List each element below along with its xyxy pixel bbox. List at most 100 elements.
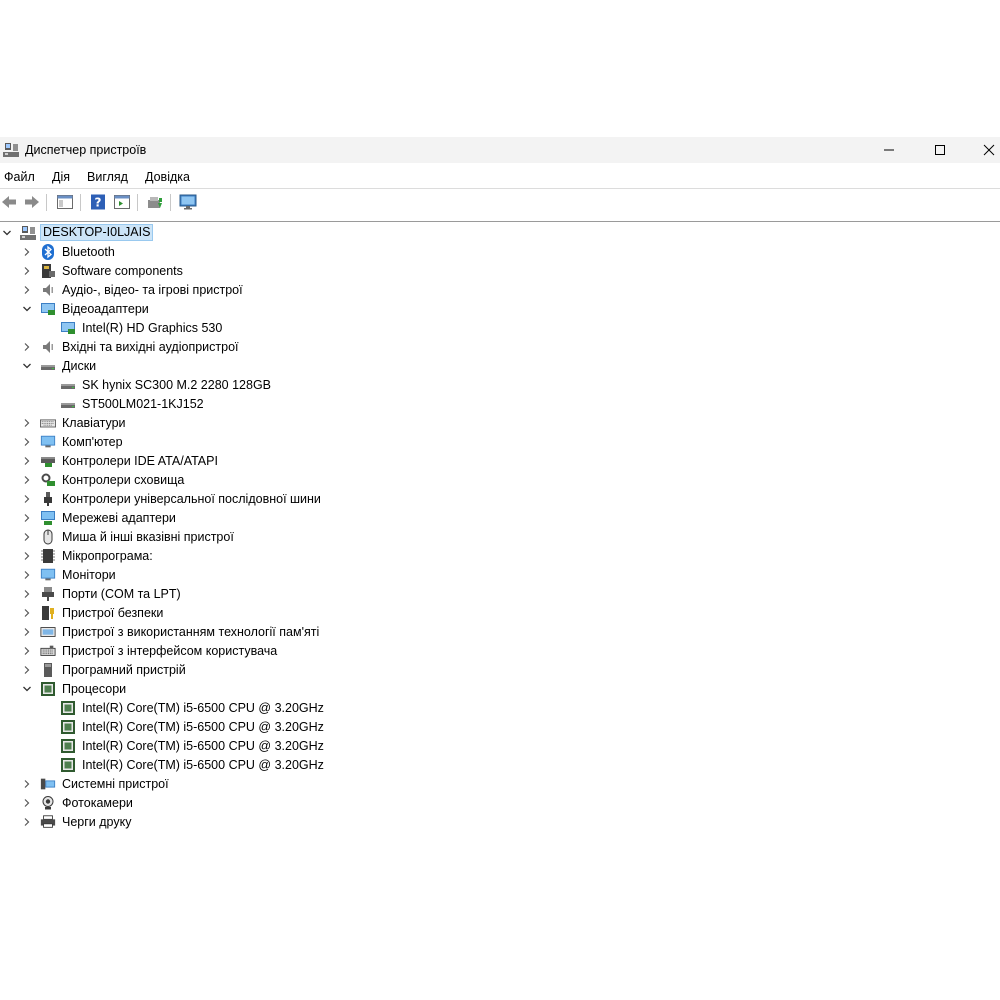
keyboard-icon (40, 415, 56, 431)
tree-category-security-devices[interactable]: Пристрої безпеки (22, 603, 163, 622)
tree-category-software-components[interactable]: Software components (22, 261, 183, 280)
chevron-right-icon[interactable] (22, 532, 32, 542)
speaker-icon (40, 282, 56, 298)
chevron-right-icon[interactable] (22, 342, 32, 352)
chevron-right-icon[interactable] (22, 285, 32, 295)
device-manager-app-icon (3, 142, 19, 161)
tree-root[interactable]: DESKTOP-I0LJAIS (2, 223, 154, 242)
tree-category-mice[interactable]: Миша й інші вказівні пристрої (22, 527, 234, 546)
usb-icon (40, 491, 56, 507)
chevron-down-icon[interactable] (2, 228, 12, 238)
maximize-button[interactable] (917, 137, 963, 163)
back-button[interactable] (0, 193, 18, 211)
tree-category-label: Програмний пристрій (62, 662, 186, 677)
tree-category-disk-drives[interactable]: Диски (22, 356, 96, 375)
tree-category-label: Аудіо-, відео- та ігрові пристрої (62, 282, 243, 297)
chevron-right-icon[interactable] (22, 779, 32, 789)
tree-category-label: Миша й інші вказівні пристрої (62, 529, 234, 544)
menu-help[interactable]: Довідка (145, 170, 190, 184)
tree-category-storage-controllers[interactable]: Контролери сховища (22, 470, 184, 489)
tree-category-label: Software components (62, 263, 183, 278)
tree-device-sk-hynix[interactable]: SK hynix SC300 M.2 2280 128GB (60, 375, 271, 394)
scan-hardware-button[interactable] (179, 193, 197, 211)
forward-button[interactable] (23, 193, 41, 211)
chevron-down-icon[interactable] (22, 304, 32, 314)
help-button[interactable]: ? (89, 193, 107, 211)
chevron-right-icon[interactable] (22, 589, 32, 599)
tree-category-human-interface-devices[interactable]: Пристрої з інтерфейсом користувача (22, 641, 277, 660)
minimize-button[interactable] (866, 137, 912, 163)
tree-category-print-queues[interactable]: Черги друку (22, 812, 131, 831)
tree-category-network-adapters[interactable]: Мережеві адаптери (22, 508, 176, 527)
firmware-icon (40, 548, 56, 564)
tree-category-software-devices[interactable]: Програмний пристрій (22, 660, 186, 679)
chevron-right-icon[interactable] (22, 646, 32, 656)
tree-category-memory-technology-devices[interactable]: Пристрої з використанням технології пам'… (22, 622, 319, 641)
maximize-icon (935, 145, 945, 155)
tree-category-label: Контролери сховища (62, 472, 185, 487)
tree-device-label: Intel(R) Core(TM) i5-6500 CPU @ 3.20GHz (82, 738, 324, 753)
tree-device-cpu-3[interactable]: Intel(R) Core(TM) i5-6500 CPU @ 3.20GHz (60, 755, 324, 774)
show-hide-console-tree-button[interactable] (56, 193, 74, 211)
tree-category-usb-controllers[interactable]: Контролери універсальної послідовної шин… (22, 489, 321, 508)
menu-file[interactable]: Файл (4, 170, 35, 184)
chevron-right-icon[interactable] (22, 798, 32, 808)
chevron-down-icon[interactable] (22, 361, 32, 371)
tree-category-label: Комп'ютер (62, 434, 123, 449)
chevron-right-icon[interactable] (22, 627, 32, 637)
tree-category-keyboards[interactable]: Клавіатури (22, 413, 126, 432)
tree-category-label: Процесори (62, 681, 127, 696)
port-icon (40, 586, 56, 602)
tree-category-ide-controllers[interactable]: Контролери IDE ATA/ATAPI (22, 451, 218, 470)
properties-icon (114, 195, 130, 209)
bluetooth-icon (40, 243, 56, 260)
chevron-right-icon[interactable] (22, 437, 32, 447)
tree-device-cpu-0[interactable]: Intel(R) Core(TM) i5-6500 CPU @ 3.20GHz (60, 698, 324, 717)
close-button[interactable] (966, 137, 1000, 163)
tree-category-cameras[interactable]: Фотокамери (22, 793, 133, 812)
chevron-right-icon[interactable] (22, 608, 32, 618)
chevron-right-icon[interactable] (22, 665, 32, 675)
chevron-right-icon[interactable] (22, 513, 32, 523)
chevron-right-icon[interactable] (22, 418, 32, 428)
tree-category-display-adapters[interactable]: Відеоадаптери (22, 299, 149, 318)
tree-category-firmware[interactable]: Мікропрограма: (22, 546, 153, 565)
update-driver-button[interactable] (146, 193, 164, 211)
tree-category-bluetooth[interactable]: Bluetooth (22, 242, 115, 261)
toolbar-separator (80, 194, 81, 211)
menu-action[interactable]: Дія (52, 170, 70, 184)
chevron-down-icon[interactable] (22, 684, 32, 694)
tree-category-computer[interactable]: Комп'ютер (22, 432, 123, 451)
disk-drive-icon (60, 377, 76, 393)
tree-device-cpu-2[interactable]: Intel(R) Core(TM) i5-6500 CPU @ 3.20GHz (60, 736, 324, 755)
menu-view[interactable]: Вигляд (87, 170, 128, 184)
tree-category-ports[interactable]: Порти (COM та LPT) (22, 584, 181, 603)
tree-device-intel-hd-graphics[interactable]: Intel(R) HD Graphics 530 (60, 318, 222, 337)
tree-category-audio-video-game[interactable]: Аудіо-, відео- та ігрові пристрої (22, 280, 243, 299)
monitor-scan-icon (179, 194, 197, 210)
chevron-right-icon[interactable] (22, 475, 32, 485)
device-manager-window: Диспетчер пристроїв Файл Дія Вигляд Дові… (0, 137, 1000, 1000)
tree-category-processors[interactable]: Процесори (22, 679, 126, 698)
tree-device-cpu-1[interactable]: Intel(R) Core(TM) i5-6500 CPU @ 3.20GHz (60, 717, 324, 736)
chevron-right-icon[interactable] (22, 266, 32, 276)
tree-category-audio-inputs-outputs[interactable]: Вхідні та вихідні аудіопристрої (22, 337, 239, 356)
properties-button[interactable] (113, 193, 131, 211)
chevron-right-icon[interactable] (22, 494, 32, 504)
disk-drive-icon (40, 358, 56, 374)
content-top-border (0, 221, 1000, 222)
tree-device-st500lm021[interactable]: ST500LM021-1KJ152 (60, 394, 204, 413)
chevron-right-icon[interactable] (22, 247, 32, 257)
tree-category-monitors[interactable]: Монітори (22, 565, 116, 584)
hid-icon (40, 643, 56, 659)
chevron-right-icon[interactable] (22, 817, 32, 827)
processor-icon (60, 738, 76, 754)
monitor-icon (40, 567, 56, 583)
tree-category-label: Пристрої з інтерфейсом користувача (62, 643, 278, 658)
tree-device-label: Intel(R) Core(TM) i5-6500 CPU @ 3.20GHz (82, 719, 324, 734)
chevron-right-icon[interactable] (22, 551, 32, 561)
chevron-right-icon[interactable] (22, 456, 32, 466)
toolbar-separator (137, 194, 138, 211)
chevron-right-icon[interactable] (22, 570, 32, 580)
tree-category-system-devices[interactable]: Системні пристрої (22, 774, 169, 793)
